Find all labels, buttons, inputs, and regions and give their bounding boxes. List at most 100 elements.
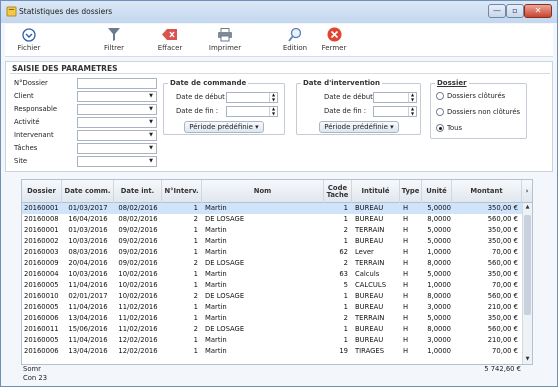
- cell-intitule: BUREAU: [355, 237, 384, 245]
- header-date-int[interactable]: Date int.: [114, 180, 162, 203]
- radio-circle-selected[interactable]: [436, 124, 444, 132]
- cell-interv: 2: [193, 215, 198, 223]
- cell-intitule: BUREAU: [355, 215, 384, 223]
- table-row[interactable]: 20160005 11/04/2016 11/02/2016 1 Martin 1 BURE…: [22, 302, 522, 313]
- commande-fin-input[interactable]: ▲ ▼: [226, 106, 278, 117]
- responsable-select[interactable]: ▼: [77, 104, 157, 115]
- cell-montant: 70,00 €: [492, 347, 518, 355]
- header-intitule[interactable]: Intitulé: [352, 180, 400, 203]
- table-row[interactable]: 20160005 11/04/2016 10/02/2016 1 Martin 5 CALC…: [22, 280, 522, 291]
- radio-circle[interactable]: [436, 92, 444, 100]
- close-button[interactable]: ✕: [524, 4, 552, 18]
- table-row[interactable]: 20160006 13/04/2016 12/02/2016 1 Martin 19 TIR…: [22, 346, 522, 357]
- cell-unite: 5,0000: [427, 270, 451, 278]
- intervention-period-button[interactable]: Période prédéfinie ▾: [319, 121, 399, 133]
- cell-nom: DE LOSAGE: [205, 215, 245, 223]
- cell-type: H: [403, 314, 409, 322]
- header-more-icon[interactable]: ›: [522, 180, 532, 203]
- client-select[interactable]: ▼: [77, 91, 157, 102]
- maximize-button[interactable]: ▫: [506, 4, 524, 18]
- dossier-input[interactable]: [77, 78, 157, 89]
- intervention-debut-input[interactable]: ▲ ▼: [373, 92, 417, 103]
- cell-intitule: Calculs: [355, 270, 380, 278]
- spinner-icon[interactable]: ▲ ▼: [408, 92, 416, 102]
- table-row[interactable]: 20160009 20/04/2016 09/02/2016 2 DE LOSAGE 2 T…: [22, 258, 522, 269]
- effacer-button[interactable]: Effacer: [153, 25, 187, 52]
- table-row[interactable]: 20160004 10/03/2016 10/02/2016 1 Martin 63 Cal…: [22, 269, 522, 280]
- cell-type: H: [403, 292, 409, 300]
- cell-date-int: 08/02/2016: [118, 215, 158, 223]
- cell-dossier: 20160001: [24, 204, 59, 212]
- fichier-button[interactable]: Fichier: [11, 25, 47, 52]
- cell-montant: 70,00 €: [492, 248, 518, 256]
- cell-nom: DE LOSAGE: [205, 259, 245, 267]
- table-row[interactable]: 20160001 01/03/2017 08/02/2016 1 Martin 1 BURE…: [22, 203, 522, 214]
- table-row[interactable]: 20160002 10/03/2016 09/02/2016 1 Martin 1 BURE…: [22, 236, 522, 247]
- cell-nom: Martin: [205, 248, 227, 256]
- cell-intitule: BUREAU: [355, 336, 384, 344]
- header-date-comm[interactable]: Date comm.: [62, 180, 114, 203]
- table-row[interactable]: 20160010 02/01/2017 10/02/2016 2 DE LOSAGE 1 B…: [22, 291, 522, 302]
- radio-non-clotures-label: Dossiers non clôturés: [447, 108, 521, 116]
- dossier-status-group: Dossier Dossiers clôturés Dossiers non c…: [430, 79, 527, 139]
- header-type[interactable]: Type: [400, 180, 422, 203]
- cell-unite: 1,0000: [427, 248, 451, 256]
- cell-nom: Martin: [205, 204, 227, 212]
- cell-code-tache: 19: [339, 347, 348, 355]
- cell-nom: Martin: [205, 226, 227, 234]
- cell-unite: 5,0000: [427, 204, 451, 212]
- spinner-icon[interactable]: ▲ ▼: [269, 92, 277, 102]
- header-interv[interactable]: N°Interv.: [162, 180, 202, 203]
- edition-button[interactable]: Edition: [279, 25, 311, 52]
- fermer-button[interactable]: Fermer: [317, 25, 351, 52]
- cell-date-int: 09/02/2016: [118, 259, 158, 267]
- scroll-thumb[interactable]: [524, 215, 531, 315]
- header-montant[interactable]: Montant: [452, 180, 522, 203]
- vertical-scrollbar[interactable]: ▲ ▼: [522, 203, 532, 364]
- table-row[interactable]: 20160008 16/04/2016 08/02/2016 2 DE LOSAGE 1 B…: [22, 214, 522, 225]
- commande-period-button[interactable]: Période prédéfinie ▾: [184, 121, 264, 133]
- cell-montant: 350,00 €: [487, 314, 518, 322]
- cell-date-comm: 16/04/2016: [68, 215, 108, 223]
- table-row[interactable]: 20160006 13/04/2016 11/02/2016 1 Martin 2 TERR…: [22, 313, 522, 324]
- cell-date-comm: 11/04/2016: [68, 303, 108, 311]
- cell-type: H: [403, 237, 409, 245]
- header-unite[interactable]: Unité: [422, 180, 452, 203]
- header-dossier[interactable]: Dossier: [22, 180, 62, 203]
- scroll-up-icon[interactable]: ▲: [523, 203, 532, 212]
- table-row[interactable]: 20160005 11/04/2016 12/02/2016 1 Martin 1 BURE…: [22, 335, 522, 346]
- cell-date-int: 12/02/2016: [118, 336, 158, 344]
- commande-debut-input[interactable]: ▲ ▼: [226, 92, 278, 103]
- minimize-button[interactable]: —: [488, 4, 506, 18]
- scroll-down-icon[interactable]: ▼: [523, 355, 532, 364]
- fichier-label: Fichier: [17, 44, 41, 52]
- site-select[interactable]: ▼: [77, 156, 157, 167]
- taches-select[interactable]: ▼: [77, 143, 157, 154]
- table-row[interactable]: 20160001 01/03/2016 09/02/2016 1 Martin 2 TERR…: [22, 225, 522, 236]
- intervention-fin-input[interactable]: ▲ ▼: [373, 106, 417, 117]
- header-nom[interactable]: Nom: [202, 180, 324, 203]
- radio-clotures[interactable]: Dossiers clôturés: [436, 92, 505, 100]
- cell-nom: Martin: [205, 336, 227, 344]
- cell-type: H: [403, 204, 409, 212]
- dropdown-arrow-icon: ▼: [149, 132, 153, 138]
- cell-unite: 3,0000: [427, 336, 451, 344]
- cell-dossier: 20160006: [24, 347, 59, 355]
- radio-tous[interactable]: Tous: [436, 124, 462, 132]
- table-row[interactable]: 20160003 08/03/2016 09/02/2016 1 Martin 62 Lev…: [22, 247, 522, 258]
- spinner-icon[interactable]: ▲ ▼: [269, 106, 277, 116]
- spinner-icon[interactable]: ▲ ▼: [408, 106, 416, 116]
- responsable-label: Responsable: [14, 105, 58, 113]
- intervenant-select[interactable]: ▼: [77, 130, 157, 141]
- radio-non-clotures[interactable]: Dossiers non clôturés: [436, 108, 520, 116]
- cell-dossier: 20160004: [24, 270, 59, 278]
- radio-circle[interactable]: [436, 108, 444, 116]
- cell-dossier: 20160009: [24, 259, 59, 267]
- cell-date-int: 09/02/2016: [118, 226, 158, 234]
- cell-montant: 350,00 €: [487, 270, 518, 278]
- table-row[interactable]: 20160011 15/06/2016 11/02/2016 2 DE LOSAGE 1 B…: [22, 324, 522, 335]
- header-code-tache[interactable]: Code Tache: [324, 180, 352, 203]
- imprimer-button[interactable]: Imprimer: [205, 25, 245, 52]
- filtrer-button[interactable]: Filtrer: [97, 25, 131, 52]
- activite-select[interactable]: ▼: [77, 117, 157, 128]
